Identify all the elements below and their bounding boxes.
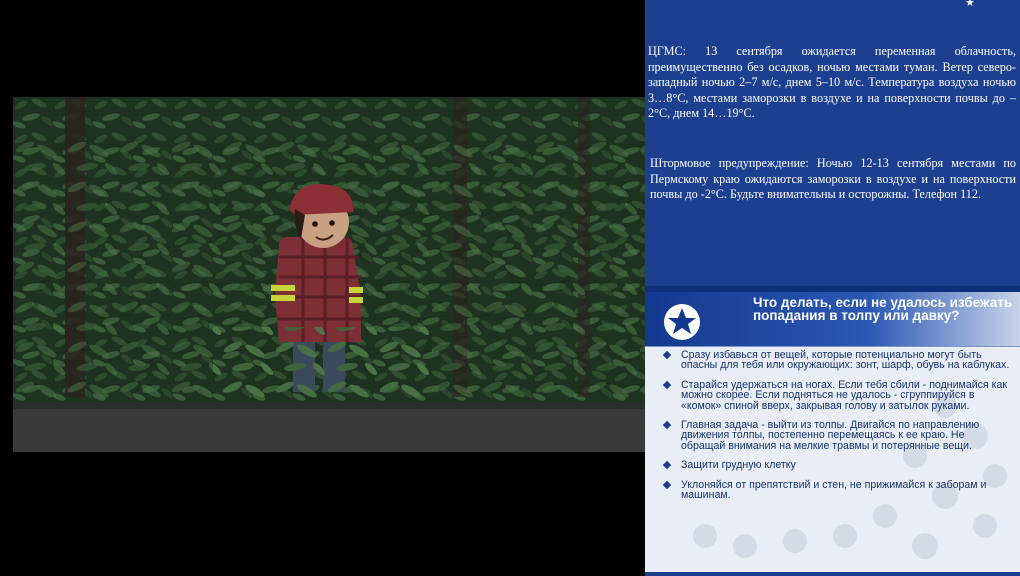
tip-text: Главная задача - выйти из толпы. Двигайс… — [681, 419, 980, 452]
tip-text: Уклоняйся от препятствий и стен, не приж… — [681, 478, 987, 502]
weather-forecast-text: ЦГМС: 13 сентября ожидается переменная о… — [648, 44, 1016, 121]
storm-warning-text: Штормовое предупреждение: Ночью 12-13 се… — [650, 155, 1016, 202]
diamond-bullet-icon — [662, 350, 672, 360]
tip-item: Старайся удержаться на ногах. Если тебя … — [645, 380, 1020, 411]
header-divider — [645, 346, 1020, 347]
weather-panel: ★ ЦГМС: 13 сентября ожидается переменная… — [645, 0, 1020, 286]
tip-text: Защити грудную клетку — [681, 459, 796, 472]
diamond-bullet-icon — [662, 480, 672, 489]
tips-list: Сразу избавься от вещей, которые потенци… — [645, 350, 1020, 509]
tip-item: Сразу избавься от вещей, которые потенци… — [645, 350, 1020, 371]
bottom-band — [645, 572, 1020, 576]
tip-item: Уклоняйся от препятствий и стен, не приж… — [645, 478, 1020, 502]
emergency-emblem-icon — [664, 304, 700, 340]
diamond-bullet-icon — [662, 420, 672, 430]
diamond-bullet-icon — [662, 461, 672, 470]
infographic-title: Что делать, если не удалось избежать поп… — [753, 295, 1013, 323]
forest-scene-illustration — [13, 97, 645, 452]
crowd-safety-infographic: Что делать, если не удалось избежать поп… — [645, 286, 1020, 576]
diamond-bullet-icon — [662, 380, 672, 390]
tip-text: Сразу избавься от вещей, которые потенци… — [681, 349, 1010, 372]
tip-item: Защити грудную клетку — [645, 459, 1020, 472]
infographic-header: Что делать, если не удалось избежать поп… — [645, 292, 1020, 346]
star-icon: ★ — [965, 0, 975, 9]
tip-item: Главная задача - выйти из толпы. Двигайс… — [645, 420, 1020, 451]
tip-text: Старайся удержаться на ногах. Если тебя … — [681, 378, 1007, 412]
video-frame[interactable] — [13, 97, 645, 452]
